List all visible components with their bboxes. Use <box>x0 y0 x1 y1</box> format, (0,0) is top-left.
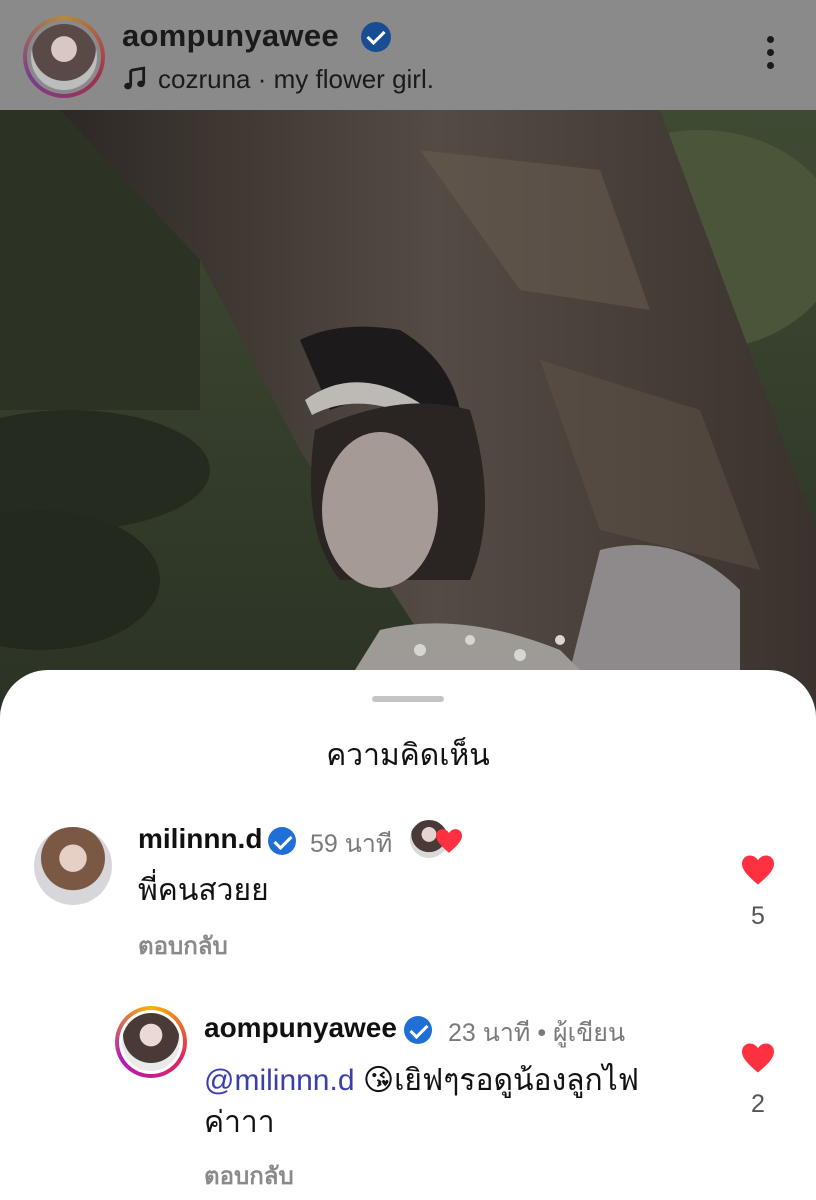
verified-badge-icon <box>361 22 391 52</box>
reply-button[interactable]: ตอบกลับ <box>138 926 228 965</box>
header-avatar-photo <box>31 24 97 90</box>
sheet-title: ความคิดเห็น <box>326 739 490 772</box>
comment-text-line2: ค่าาา <box>204 1106 275 1139</box>
comment-time: 23 นาที • ผู้เขียน <box>448 1013 625 1053</box>
kiss-emoji: 😘 <box>362 1064 395 1097</box>
post-image-illustration <box>0 110 816 710</box>
comment-text-line1: เยิฟๆรอดูน้องลูกไฟ <box>394 1064 639 1097</box>
post-screen: aompunyawee cozruna · my flower girl. คว… <box>0 0 816 1200</box>
heart-icon[interactable] <box>740 1042 776 1074</box>
mention-link[interactable]: @milinnn.d <box>204 1064 355 1097</box>
comment-time-value: 23 นาที <box>448 1019 531 1047</box>
heart-icon <box>436 829 462 853</box>
comments-sheet: ความคิดเห็น milinnn.d 59 นาที พี่คนสวยย … <box>0 670 816 1200</box>
liked-by-author-badge <box>408 818 468 860</box>
comment-text: @milinnn.d 😘เยิฟๆรอดูน้องลูกไฟ ค่าาา <box>204 1060 724 1144</box>
drag-handle[interactable] <box>372 696 444 702</box>
reply-button[interactable]: ตอบกลับ <box>204 1156 294 1195</box>
heart-icon[interactable] <box>740 854 776 886</box>
verified-badge-icon <box>268 827 296 855</box>
comment-username[interactable]: milinnn.d <box>138 823 262 855</box>
comment-time: 59 นาที <box>310 830 393 858</box>
author-label: • ผู้เขียน <box>537 1019 626 1047</box>
more-options-icon[interactable] <box>756 36 784 76</box>
header-username[interactable]: aompunyawee <box>122 18 339 54</box>
comment-avatar-photo <box>122 1013 180 1071</box>
like-count: 5 <box>751 902 765 930</box>
music-track-label[interactable]: cozruna · my flower girl. <box>158 64 434 95</box>
post-image <box>0 110 816 710</box>
comment-username[interactable]: aompunyawee <box>204 1012 397 1044</box>
verified-badge-icon <box>404 1016 432 1044</box>
like-count: 2 <box>751 1090 765 1118</box>
comment-avatar[interactable] <box>34 827 112 905</box>
post-header: aompunyawee cozruna · my flower girl. <box>0 0 816 110</box>
comment-text: พี่คนสวยย <box>138 874 269 907</box>
comment-avatar[interactable] <box>115 1006 187 1078</box>
header-avatar[interactable] <box>23 16 105 98</box>
music-note-icon <box>124 66 146 90</box>
